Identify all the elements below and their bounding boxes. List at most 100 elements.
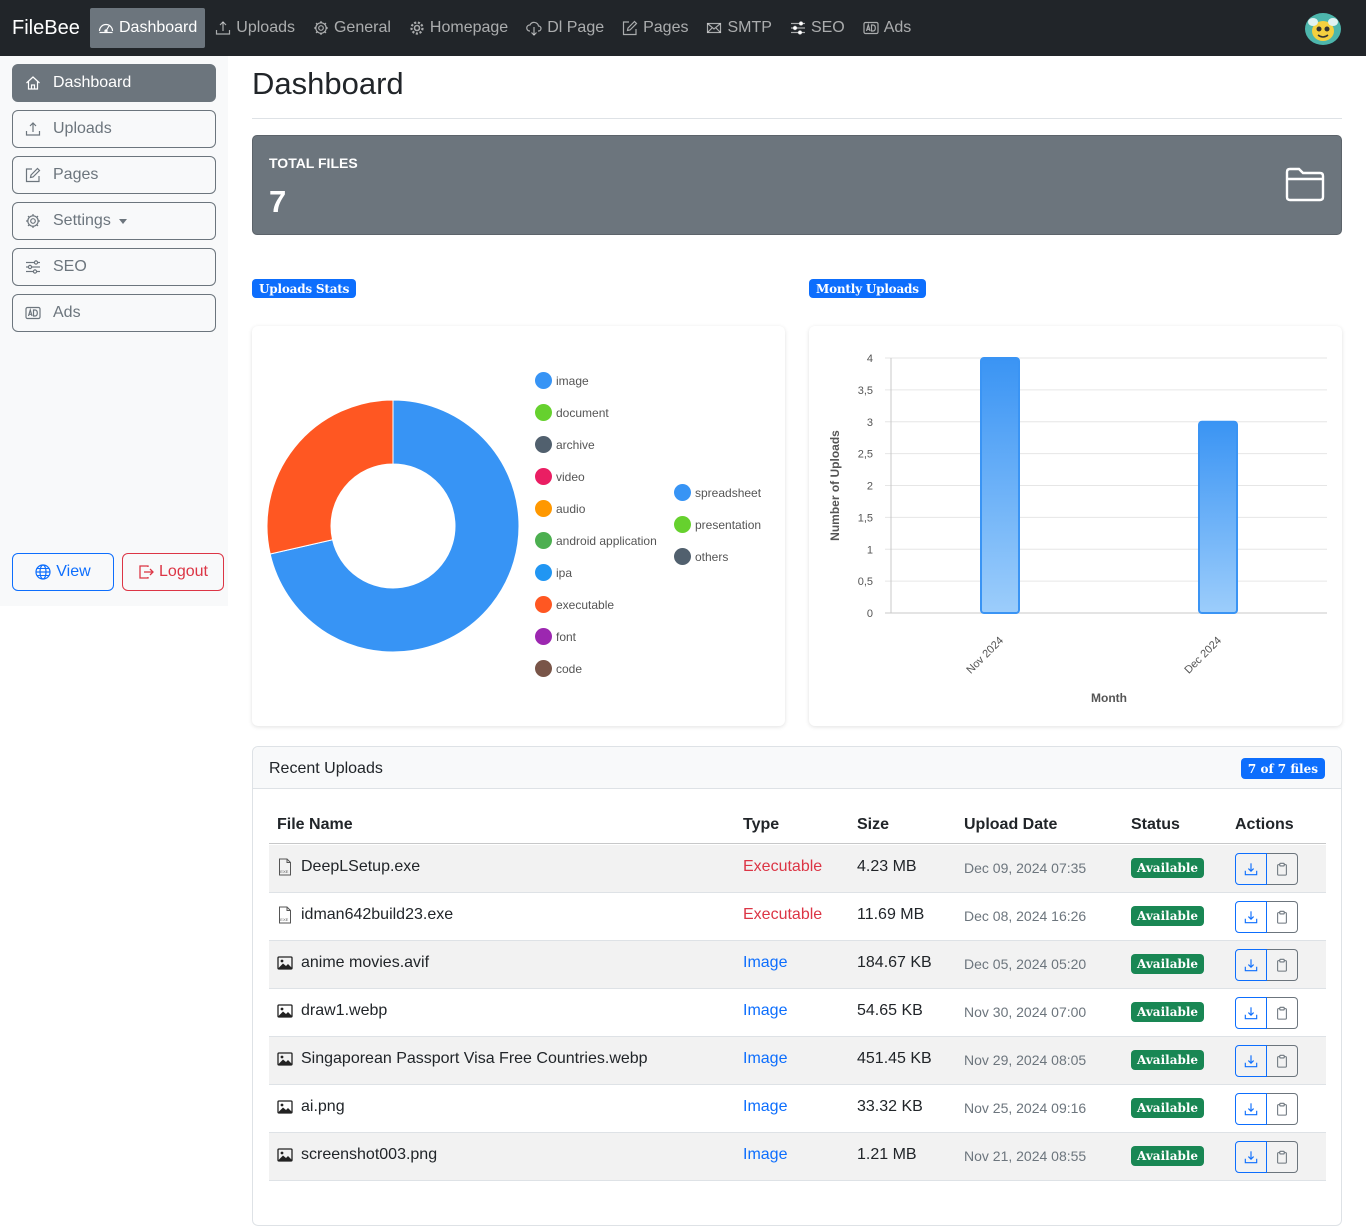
user-avatar[interactable] — [1304, 12, 1342, 46]
uploads-stats-card: image document archive video audio android ap… — [252, 326, 785, 726]
nav-item-dashboard[interactable]: Dashboard — [90, 8, 206, 48]
row-actions — [1235, 1141, 1298, 1173]
nav-item-label: SMTP — [727, 19, 772, 36]
bar-Dec-2024[interactable] — [1198, 420, 1238, 614]
col-header-size[interactable]: Size — [857, 816, 889, 834]
monthly-uploads-card: 0 0,5 1 1,5 2 2,5 3 3,5 4 Nov 2024 Dec 2024 Month Nu… — [809, 326, 1342, 726]
col-header-type[interactable]: Type — [743, 816, 779, 834]
bar-Nov-2024[interactable] — [980, 357, 1020, 614]
nav-item-dl-page[interactable]: Dl Page — [518, 8, 612, 48]
copy-link-button[interactable] — [1267, 853, 1298, 885]
nav-item-general[interactable]: General — [305, 8, 399, 48]
download-button[interactable] — [1235, 949, 1267, 981]
legend-item-code[interactable]: code — [535, 660, 582, 677]
caret-down-icon — [118, 218, 127, 224]
clipboard-icon — [1275, 862, 1289, 876]
nav-item-homepage[interactable]: Homepage — [401, 8, 516, 48]
upload-date: Nov 30, 2024 07:00 — [964, 1004, 1087, 1020]
sidebar-item-label: Settings — [53, 212, 111, 229]
top-navbar: FileBee Dashboard Uploads General Homepage D… — [0, 0, 1366, 56]
gear-wide-icon — [409, 20, 425, 36]
row-actions — [1235, 1093, 1298, 1125]
sidebar-item-ads[interactable]: Ads — [12, 294, 216, 332]
legend-label: font — [556, 629, 577, 644]
download-icon — [1244, 1006, 1258, 1020]
download-button[interactable] — [1235, 901, 1267, 933]
sidebar-item-seo[interactable]: SEO — [12, 248, 216, 286]
legend-swatch — [535, 500, 552, 517]
legend-item-document[interactable]: document — [535, 404, 609, 421]
download-button[interactable] — [1235, 997, 1267, 1029]
file-name: DeepLSetup.exe — [301, 858, 421, 875]
download-button[interactable] — [1235, 853, 1267, 885]
nav-item-ads[interactable]: Ads — [855, 8, 920, 48]
download-button[interactable] — [1235, 1045, 1267, 1077]
col-header-status[interactable]: Status — [1131, 816, 1180, 834]
legend-item-archive[interactable]: archive — [535, 436, 595, 453]
sidebar-item-pages[interactable]: Pages — [12, 156, 216, 194]
file-size: 54.65 KB — [857, 1002, 923, 1019]
file-size: 4.23 MB — [857, 858, 917, 875]
file-type: Executable — [743, 858, 823, 875]
file-name: screenshot003.png — [301, 1146, 438, 1163]
file-name: ai.png — [301, 1098, 345, 1115]
legend-item-executable[interactable]: executable — [535, 596, 614, 613]
logout-button[interactable]: Logout — [122, 553, 224, 591]
copy-link-button[interactable] — [1267, 1093, 1298, 1125]
y-tick-label: 4 — [867, 353, 873, 365]
download-icon — [1244, 1054, 1258, 1068]
box-arrow-right-icon — [139, 565, 154, 579]
row-actions — [1235, 997, 1298, 1029]
sidebar-item-label: Pages — [53, 166, 99, 183]
legend-item-ipa[interactable]: ipa — [535, 564, 572, 581]
legend-label: spreadsheet — [695, 485, 762, 500]
sidebar-item-dashboard[interactable]: Dashboard — [12, 64, 216, 102]
file-type: Image — [743, 954, 788, 971]
legend-item-image[interactable]: image — [535, 372, 589, 389]
clipboard-icon — [1275, 1102, 1289, 1116]
nav-item-pages[interactable]: Pages — [614, 8, 696, 48]
copy-link-button[interactable] — [1267, 997, 1298, 1029]
legend-swatch — [535, 404, 552, 421]
legend-item-font[interactable]: font — [535, 628, 576, 645]
download-button[interactable] — [1235, 1141, 1267, 1173]
nav-item-label: Homepage — [429, 19, 509, 36]
upload-icon — [25, 121, 41, 137]
table-row: anime movies.avif Image 184.67 KB Dec 05, 2… — [269, 941, 1326, 989]
file-type: Image — [743, 1050, 788, 1067]
col-header-file-name[interactable]: File Name — [277, 816, 353, 834]
view-button[interactable]: View — [12, 553, 114, 591]
copy-link-button[interactable] — [1267, 949, 1298, 981]
y-tick-label: 3 — [867, 417, 873, 429]
nav-item-smtp[interactable]: SMTP — [698, 8, 779, 48]
legend-item-others[interactable]: others — [674, 548, 728, 565]
copy-link-button[interactable] — [1267, 901, 1298, 933]
download-icon — [1244, 862, 1258, 876]
legend-item-audio[interactable]: audio — [535, 500, 585, 517]
legend-item-presentation[interactable]: presentation — [674, 516, 761, 533]
nav-item-uploads[interactable]: Uploads — [207, 8, 303, 48]
image-icon — [277, 1098, 293, 1116]
cloud-download-icon — [526, 20, 542, 36]
file-size: 33.32 KB — [857, 1098, 923, 1115]
copy-link-button[interactable] — [1267, 1141, 1298, 1173]
legend-item-video[interactable]: video — [535, 468, 585, 485]
file-type: Image — [743, 1146, 788, 1163]
row-actions — [1235, 949, 1298, 981]
sliders-icon — [790, 20, 806, 36]
download-button[interactable] — [1235, 1093, 1267, 1125]
page-title: Dashboard — [252, 66, 404, 101]
nav-item-seo[interactable]: SEO — [782, 8, 853, 48]
brand-logo[interactable]: FileBee — [12, 17, 90, 40]
sidebar-item-settings[interactable]: Settings — [12, 202, 216, 240]
pie-slice-executable[interactable] — [266, 399, 394, 555]
y-tick-label: 0,5 — [858, 576, 873, 588]
legend-item-android-application[interactable]: android application — [535, 532, 657, 549]
copy-link-button[interactable] — [1267, 1045, 1298, 1077]
file-size: 184.67 KB — [857, 954, 932, 971]
legend-item-spreadsheet[interactable]: spreadsheet — [674, 484, 761, 501]
col-header-upload-date[interactable]: Upload Date — [964, 816, 1057, 834]
row-actions — [1235, 853, 1298, 885]
sidebar-item-uploads[interactable]: Uploads — [12, 110, 216, 148]
upload-date: Dec 09, 2024 07:35 — [964, 860, 1087, 876]
